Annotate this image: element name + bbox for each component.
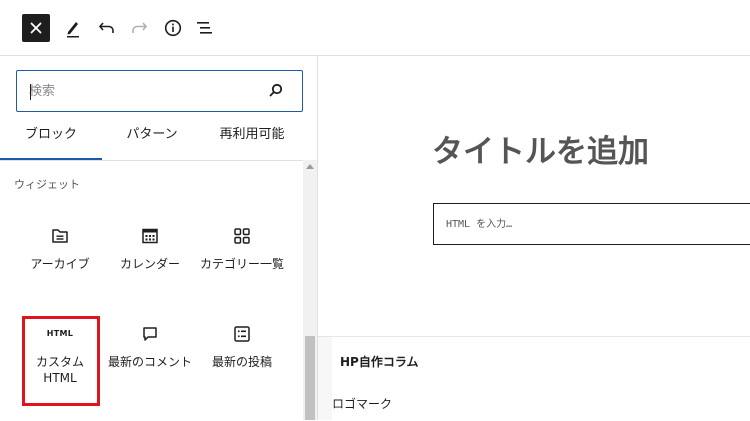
details-button[interactable] xyxy=(162,16,184,40)
info-icon xyxy=(164,19,182,37)
post-title[interactable]: タイトルを追加 xyxy=(432,126,649,171)
scrollbar-thumb[interactable] xyxy=(305,336,315,420)
block-label: カテゴリー一覧 xyxy=(200,257,285,271)
pen-icon xyxy=(67,22,79,38)
search-box[interactable] xyxy=(16,70,303,112)
block-calendar[interactable]: カレンダー xyxy=(108,226,192,272)
custom-html-block[interactable] xyxy=(433,203,750,245)
tab-blocks[interactable]: ブロック xyxy=(0,122,102,160)
tab-reusable[interactable]: 再利用可能 xyxy=(202,122,302,160)
close-button[interactable] xyxy=(22,14,50,42)
section-title-widgets: ウィジェット xyxy=(14,178,80,191)
inserter-tabs: ブロック パターン 再利用可能 xyxy=(0,122,317,161)
block-latest-comments[interactable]: 最新のコメント xyxy=(108,324,192,370)
scroll-up-arrow[interactable] xyxy=(306,164,314,169)
editor-canvas: タイトルを追加 HP自作コラム ロゴマーク xyxy=(318,56,750,421)
search-input[interactable] xyxy=(29,79,259,103)
block-label: アーカイブ xyxy=(30,257,90,271)
logo-label[interactable]: ロゴマーク xyxy=(332,395,392,412)
html-textarea[interactable] xyxy=(446,214,726,234)
post-list-icon xyxy=(234,326,250,342)
search-icon xyxy=(269,83,283,97)
text-cursor xyxy=(30,84,31,100)
html-icon: HTML xyxy=(46,329,74,338)
block-latest-posts[interactable]: 最新の投稿 xyxy=(200,324,284,370)
calendar-icon xyxy=(142,228,158,244)
block-label: カスタム HTML xyxy=(35,355,84,385)
template-part xyxy=(332,337,750,421)
editor-toolbar xyxy=(0,0,750,56)
tab-patterns[interactable]: パターン xyxy=(102,122,202,160)
scrollbar[interactable] xyxy=(303,160,317,420)
tools-button[interactable] xyxy=(62,16,84,40)
close-icon xyxy=(30,22,42,34)
block-inserter-panel: ブロック パターン 再利用可能 ウィジェット アーカイブ カレンダー xyxy=(0,56,318,420)
category-icon xyxy=(234,228,250,244)
block-category-list[interactable]: カテゴリー一覧 xyxy=(200,226,284,272)
block-label: カレンダー xyxy=(119,257,180,271)
template-area: HP自作コラム ロゴマーク xyxy=(318,336,750,421)
redo-button[interactable] xyxy=(128,16,150,40)
comment-icon xyxy=(143,327,157,341)
list-view-button[interactable] xyxy=(194,16,216,40)
folder-icon xyxy=(52,229,68,243)
list-view-icon xyxy=(197,22,212,34)
block-custom-html[interactable]: HTML カスタム HTML xyxy=(18,324,102,386)
redo-icon xyxy=(132,22,148,33)
undo-icon xyxy=(98,22,114,33)
block-archive[interactable]: アーカイブ xyxy=(18,226,102,272)
site-title[interactable]: HP自作コラム xyxy=(340,353,418,370)
block-label: 最新のコメント xyxy=(108,355,193,369)
block-label: 最新の投稿 xyxy=(211,355,272,369)
undo-button[interactable] xyxy=(96,16,118,40)
